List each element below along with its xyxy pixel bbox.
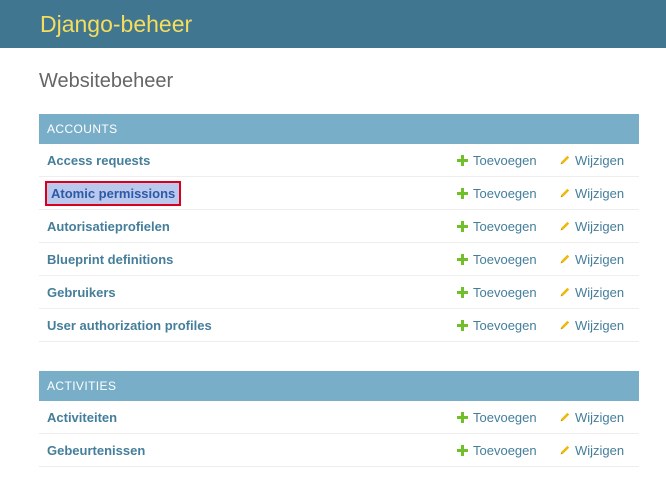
table-row: User authorization profiles Toevoegen Wi… xyxy=(39,309,639,342)
table-row: Activiteiten Toevoegen Wijzigen xyxy=(39,401,639,434)
add-button[interactable]: Toevoegen xyxy=(457,186,559,201)
pencil-icon xyxy=(560,155,570,165)
change-button[interactable]: Wijzigen xyxy=(559,186,639,201)
table-row: Autorisatieprofielen Toevoegen Wijzigen xyxy=(39,210,639,243)
page-title: Websitebeheer xyxy=(39,70,174,92)
add-label: Toevoegen xyxy=(473,185,537,201)
table-row: Gebeurtenissen Toevoegen Wijzigen xyxy=(39,434,639,467)
pencil-icon xyxy=(560,287,570,297)
change-button[interactable]: Wijzigen xyxy=(559,285,639,300)
module-caption-accounts[interactable]: ACCOUNTS xyxy=(39,114,639,144)
module-accounts: ACCOUNTS Access requests Toevoegen Wijzi… xyxy=(39,114,639,342)
plus-icon xyxy=(457,444,468,456)
plus-icon xyxy=(457,286,468,298)
site-brand-link[interactable]: Django-beheer xyxy=(40,11,192,38)
add-button[interactable]: Toevoegen xyxy=(457,318,559,333)
add-label: Toevoegen xyxy=(473,218,537,234)
model-link-gebruikers[interactable]: Gebruikers xyxy=(39,285,457,300)
change-label: Wijzigen xyxy=(575,442,625,458)
change-label: Wijzigen xyxy=(575,317,625,333)
model-link-activiteiten[interactable]: Activiteiten xyxy=(39,410,457,425)
add-label: Toevoegen xyxy=(473,409,537,425)
change-label: Wijzigen xyxy=(575,152,625,168)
pencil-icon xyxy=(560,188,570,198)
add-button[interactable]: Toevoegen xyxy=(457,285,559,300)
header: Django-beheer xyxy=(0,0,666,48)
table-row: Atomic permissions Toevoegen Wijzigen xyxy=(39,177,639,210)
content: Websitebeheer ACCOUNTS Access requests T… xyxy=(0,68,666,467)
add-button[interactable]: Toevoegen xyxy=(457,219,559,234)
change-label: Wijzigen xyxy=(575,218,625,234)
add-label: Toevoegen xyxy=(473,317,537,333)
pencil-icon xyxy=(560,445,570,455)
module-activities: ACTIVITIES Activiteiten Toevoegen Wijzig… xyxy=(39,371,639,467)
change-button[interactable]: Wijzigen xyxy=(559,443,639,458)
add-label: Toevoegen xyxy=(473,152,537,168)
change-label: Wijzigen xyxy=(575,185,625,201)
change-label: Wijzigen xyxy=(575,284,625,300)
add-label: Toevoegen xyxy=(473,284,537,300)
change-button[interactable]: Wijzigen xyxy=(559,318,639,333)
pencil-icon xyxy=(560,412,570,422)
add-button[interactable]: Toevoegen xyxy=(457,410,559,425)
plus-icon xyxy=(457,187,468,199)
table-row: Access requests Toevoegen Wijzigen xyxy=(39,144,639,177)
model-link-label: Atomic permissions xyxy=(44,180,182,206)
change-button[interactable]: Wijzigen xyxy=(559,219,639,234)
plus-icon xyxy=(457,154,468,166)
plus-icon xyxy=(457,319,468,331)
change-label: Wijzigen xyxy=(575,251,625,267)
change-label: Wijzigen xyxy=(575,409,625,425)
model-link-gebeurtenissen[interactable]: Gebeurtenissen xyxy=(39,443,457,458)
model-link-blueprint-definitions[interactable]: Blueprint definitions xyxy=(39,252,457,267)
pencil-icon xyxy=(560,254,570,264)
module-caption-activities[interactable]: ACTIVITIES xyxy=(39,371,639,401)
pencil-icon xyxy=(560,221,570,231)
change-button[interactable]: Wijzigen xyxy=(559,153,639,168)
model-link-autorisatieprofielen[interactable]: Autorisatieprofielen xyxy=(39,219,457,234)
add-button[interactable]: Toevoegen xyxy=(457,153,559,168)
pencil-icon xyxy=(560,320,570,330)
add-button[interactable]: Toevoegen xyxy=(457,443,559,458)
change-button[interactable]: Wijzigen xyxy=(559,410,639,425)
add-button[interactable]: Toevoegen xyxy=(457,252,559,267)
table-row: Blueprint definitions Toevoegen Wijzigen xyxy=(39,243,639,276)
plus-icon xyxy=(457,411,468,423)
plus-icon xyxy=(457,220,468,232)
model-link-atomic-permissions[interactable]: Atomic permissions xyxy=(39,180,457,206)
model-link-user-authorization-profiles[interactable]: User authorization profiles xyxy=(39,318,457,333)
table-row: Gebruikers Toevoegen Wijzigen xyxy=(39,276,639,309)
change-button[interactable]: Wijzigen xyxy=(559,252,639,267)
add-label: Toevoegen xyxy=(473,442,537,458)
plus-icon xyxy=(457,253,468,265)
add-label: Toevoegen xyxy=(473,251,537,267)
model-link-access-requests[interactable]: Access requests xyxy=(39,153,457,168)
